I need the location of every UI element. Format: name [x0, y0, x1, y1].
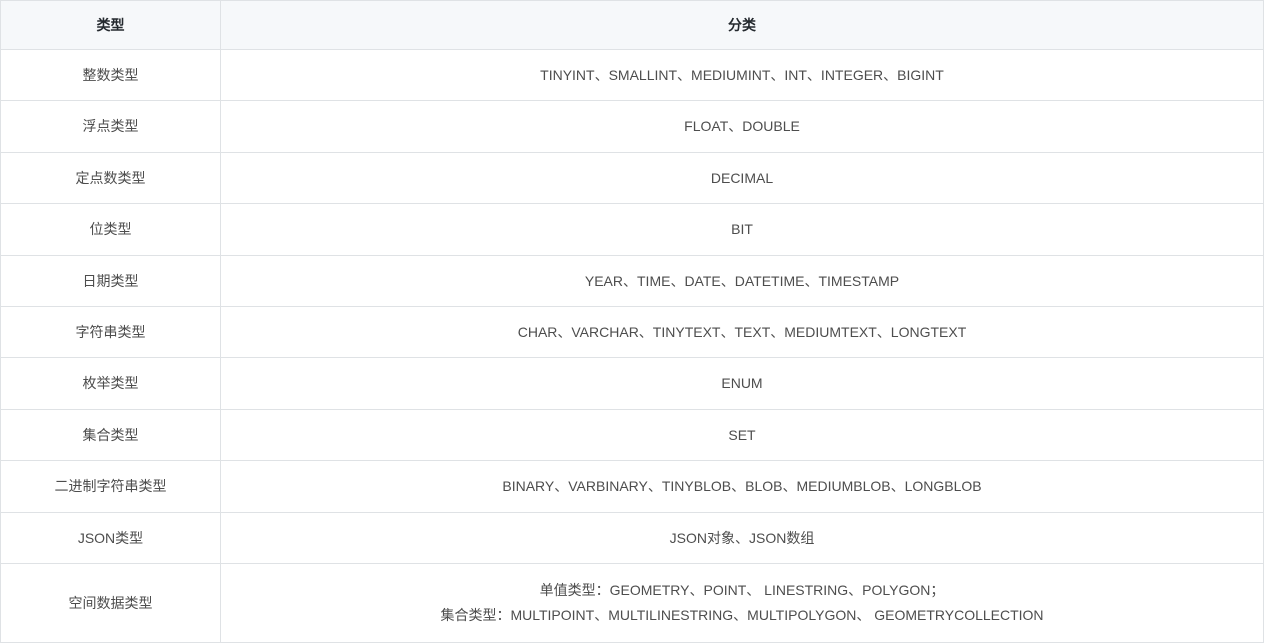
cell-category: ENUM: [221, 358, 1264, 409]
cell-category: BIT: [221, 204, 1264, 255]
cell-category: BINARY、VARBINARY、TINYBLOB、BLOB、MEDIUMBLO…: [221, 461, 1264, 512]
cell-category: YEAR、TIME、DATE、DATETIME、TIMESTAMP: [221, 255, 1264, 306]
table-row: 整数类型 TINYINT、SMALLINT、MEDIUMINT、INT、INTE…: [1, 50, 1264, 101]
cell-type: JSON类型: [1, 512, 221, 563]
table-row: 字符串类型 CHAR、VARCHAR、TINYTEXT、TEXT、MEDIUMT…: [1, 306, 1264, 357]
cell-category-line1: 单值类型：GEOMETRY、POINT、 LINESTRING、POLYGON；: [540, 582, 945, 598]
cell-category: TINYINT、SMALLINT、MEDIUMINT、INT、INTEGER、B…: [221, 50, 1264, 101]
cell-type: 枚举类型: [1, 358, 221, 409]
cell-type: 二进制字符串类型: [1, 461, 221, 512]
cell-category: JSON对象、JSON数组: [221, 512, 1264, 563]
cell-type: 定点数类型: [1, 152, 221, 203]
table-row: 位类型 BIT: [1, 204, 1264, 255]
cell-type: 位类型: [1, 204, 221, 255]
data-types-table: 类型 分类 整数类型 TINYINT、SMALLINT、MEDIUMINT、IN…: [0, 0, 1264, 643]
header-type: 类型: [1, 1, 221, 50]
header-category: 分类: [221, 1, 1264, 50]
cell-category: DECIMAL: [221, 152, 1264, 203]
table-row: 枚举类型 ENUM: [1, 358, 1264, 409]
table-row: 定点数类型 DECIMAL: [1, 152, 1264, 203]
table-row: JSON类型 JSON对象、JSON数组: [1, 512, 1264, 563]
cell-category-line2: 集合类型：MULTIPOINT、MULTILINESTRING、MULTIPOL…: [440, 607, 1043, 623]
cell-category: FLOAT、DOUBLE: [221, 101, 1264, 152]
cell-type: 空间数据类型: [1, 563, 221, 642]
cell-type: 日期类型: [1, 255, 221, 306]
cell-category-multiline: 单值类型：GEOMETRY、POINT、 LINESTRING、POLYGON；…: [221, 563, 1264, 642]
table-row: 日期类型 YEAR、TIME、DATE、DATETIME、TIMESTAMP: [1, 255, 1264, 306]
table-header-row: 类型 分类: [1, 1, 1264, 50]
table-row: 浮点类型 FLOAT、DOUBLE: [1, 101, 1264, 152]
table-row: 空间数据类型 单值类型：GEOMETRY、POINT、 LINESTRING、P…: [1, 563, 1264, 642]
cell-category: SET: [221, 409, 1264, 460]
table-row: 集合类型 SET: [1, 409, 1264, 460]
table-row: 二进制字符串类型 BINARY、VARBINARY、TINYBLOB、BLOB、…: [1, 461, 1264, 512]
cell-type: 字符串类型: [1, 306, 221, 357]
cell-type: 浮点类型: [1, 101, 221, 152]
table-body: 整数类型 TINYINT、SMALLINT、MEDIUMINT、INT、INTE…: [1, 50, 1264, 643]
data-types-table-container: 类型 分类 整数类型 TINYINT、SMALLINT、MEDIUMINT、IN…: [0, 0, 1264, 643]
cell-type: 整数类型: [1, 50, 221, 101]
cell-type: 集合类型: [1, 409, 221, 460]
cell-category: CHAR、VARCHAR、TINYTEXT、TEXT、MEDIUMTEXT、LO…: [221, 306, 1264, 357]
